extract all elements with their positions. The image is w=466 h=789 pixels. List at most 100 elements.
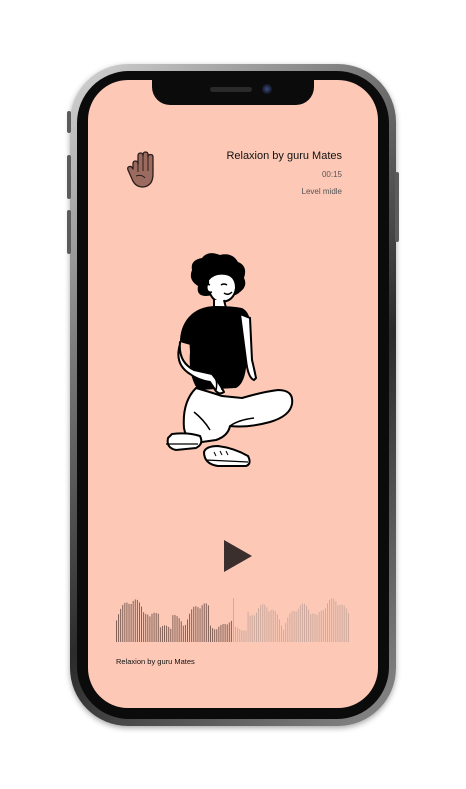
- waveform-bar: [243, 630, 245, 642]
- waveform-bar: [195, 606, 197, 642]
- waveform-bar: [343, 605, 345, 642]
- waveform-bar: [228, 622, 230, 642]
- waveform-bar: [237, 627, 239, 642]
- volume-down-button: [67, 210, 71, 254]
- track-level: Level midle: [301, 187, 342, 196]
- waveform-bar: [304, 603, 305, 642]
- waveform-bar: [220, 624, 222, 642]
- waveform-bar: [134, 599, 136, 642]
- waveform-bar: [230, 620, 232, 642]
- waveform-bar: [226, 624, 228, 642]
- waveform-bar: [266, 607, 268, 642]
- track-time: 00:15: [321, 170, 342, 179]
- waveform-bar: [166, 625, 168, 642]
- waveform-bar: [141, 606, 143, 642]
- waveform-bar: [172, 615, 174, 642]
- waveform-bar: [337, 605, 339, 642]
- waveform-bar: [124, 602, 126, 642]
- waveform-bar: [301, 603, 303, 642]
- waveform-bar: [149, 616, 151, 642]
- waveform-bar: [251, 615, 253, 642]
- waveform-bar: [329, 599, 331, 642]
- waveform-bar: [138, 602, 140, 642]
- waveform-bar: [212, 628, 214, 642]
- waveform-bar: [247, 611, 249, 642]
- waveform-bar: [339, 604, 341, 642]
- waveform-bar: [314, 613, 316, 642]
- waveform-bar: [278, 619, 280, 642]
- waveform-bar: [297, 608, 299, 642]
- waveform-bar: [210, 625, 211, 642]
- waveform-bar: [197, 607, 199, 642]
- waveform-bar: [189, 613, 191, 642]
- waveform-bar: [255, 612, 257, 642]
- waveform-bar: [281, 625, 282, 642]
- waveform-bar: [214, 629, 216, 642]
- waveform-bar: [270, 610, 272, 642]
- waveform-bar: [316, 614, 318, 642]
- waveform-bar: [264, 604, 266, 642]
- waveform-bar: [249, 615, 251, 642]
- play-button[interactable]: [222, 538, 254, 574]
- waveform-bar: [241, 630, 243, 642]
- waveform-bar: [164, 625, 165, 642]
- waveform-bar: [193, 606, 195, 642]
- speaker-grille: [210, 87, 252, 92]
- waveform-bar: [276, 614, 278, 642]
- notch: [152, 80, 314, 105]
- waveform-bar: [274, 611, 276, 642]
- front-camera: [262, 84, 272, 94]
- waveform-bar: [262, 603, 264, 642]
- waveform-bar: [136, 599, 138, 642]
- waveform-bar: [126, 602, 128, 642]
- sitting-person-illustration: [166, 253, 294, 467]
- waveform-bar: [293, 610, 295, 642]
- waveform-bar: [289, 613, 291, 642]
- waveform-bar: [157, 613, 159, 642]
- footer-track-title: Relaxion by guru Mates: [116, 657, 195, 666]
- waveform-bar: [291, 611, 293, 642]
- track-title: Relaxion by guru Mates: [226, 150, 342, 162]
- waveform-bar: [306, 605, 308, 642]
- waveform-bar: [205, 603, 207, 642]
- waveform-bar: [174, 614, 176, 642]
- waveform-bar: [283, 629, 285, 642]
- mute-switch: [67, 111, 71, 133]
- waveform-bar: [159, 627, 161, 642]
- waveform-bar: [201, 605, 203, 642]
- waveform-bar: [324, 608, 326, 642]
- waveform-bar: [320, 610, 322, 642]
- hand-icon: [127, 151, 154, 188]
- waveform-bar: [268, 611, 270, 642]
- power-button: [395, 172, 399, 242]
- waveform-bar: [318, 611, 320, 642]
- waveform-bar: [116, 620, 117, 642]
- waveform-bar: [327, 603, 328, 642]
- waveform-bar: [155, 612, 157, 642]
- volume-up-button: [67, 155, 71, 199]
- waveform-bar: [187, 619, 188, 642]
- waveform-bar: [295, 611, 297, 642]
- waveform-bar: [132, 600, 134, 642]
- waveform-bar: [118, 614, 120, 642]
- waveform-bar: [258, 608, 260, 642]
- audio-waveform-scrubber[interactable]: [116, 594, 350, 642]
- waveform-bar: [151, 613, 153, 642]
- waveform-bar: [224, 623, 226, 642]
- waveform-bar: [147, 614, 149, 642]
- app-screen: Relaxion by guru Mates 00:15 Level midle: [88, 80, 378, 708]
- waveform-bar: [347, 612, 349, 642]
- waveform-bar: [341, 604, 343, 642]
- waveform-bar: [235, 626, 237, 642]
- waveform-bar: [308, 609, 310, 642]
- waveform-bar: [143, 612, 145, 642]
- waveform-bar: [120, 608, 122, 642]
- waveform-bar: [312, 613, 314, 642]
- waveform-bar: [260, 605, 262, 642]
- waveform-bar: [216, 629, 218, 642]
- waveform-bar: [130, 603, 132, 642]
- waveform-bar: [145, 613, 147, 642]
- waveform-bar: [207, 605, 209, 642]
- waveform-bar: [299, 605, 301, 642]
- waveform-bar: [310, 614, 312, 642]
